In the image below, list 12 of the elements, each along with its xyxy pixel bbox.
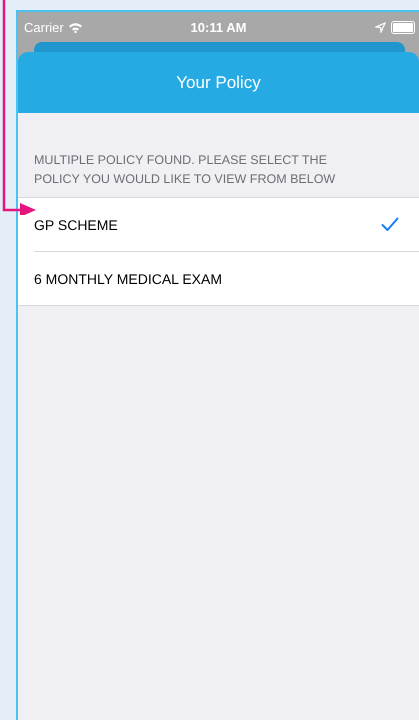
policy-label: 6 MONTHLY MEDICAL EXAM xyxy=(34,270,222,286)
header-title: Your Policy xyxy=(176,72,261,92)
policy-label: GP SCHEME xyxy=(34,216,118,232)
location-icon xyxy=(375,22,386,32)
policy-item[interactable]: GP SCHEME xyxy=(34,198,419,251)
status-time: 10:11 AM xyxy=(190,20,246,34)
battery-icon xyxy=(391,20,415,34)
wifi-icon xyxy=(68,22,83,32)
checkmark-icon xyxy=(381,217,399,232)
carrier-label: Carrier xyxy=(24,20,64,34)
policy-item[interactable]: 6 MONTHLY MEDICAL EXAM xyxy=(34,251,419,305)
section-header: MULTIPLE POLICY FOUND. PLEASE SELECT THE POLICY YOU WOULD LIKE TO VIEW FROM BELOW xyxy=(33,152,336,188)
